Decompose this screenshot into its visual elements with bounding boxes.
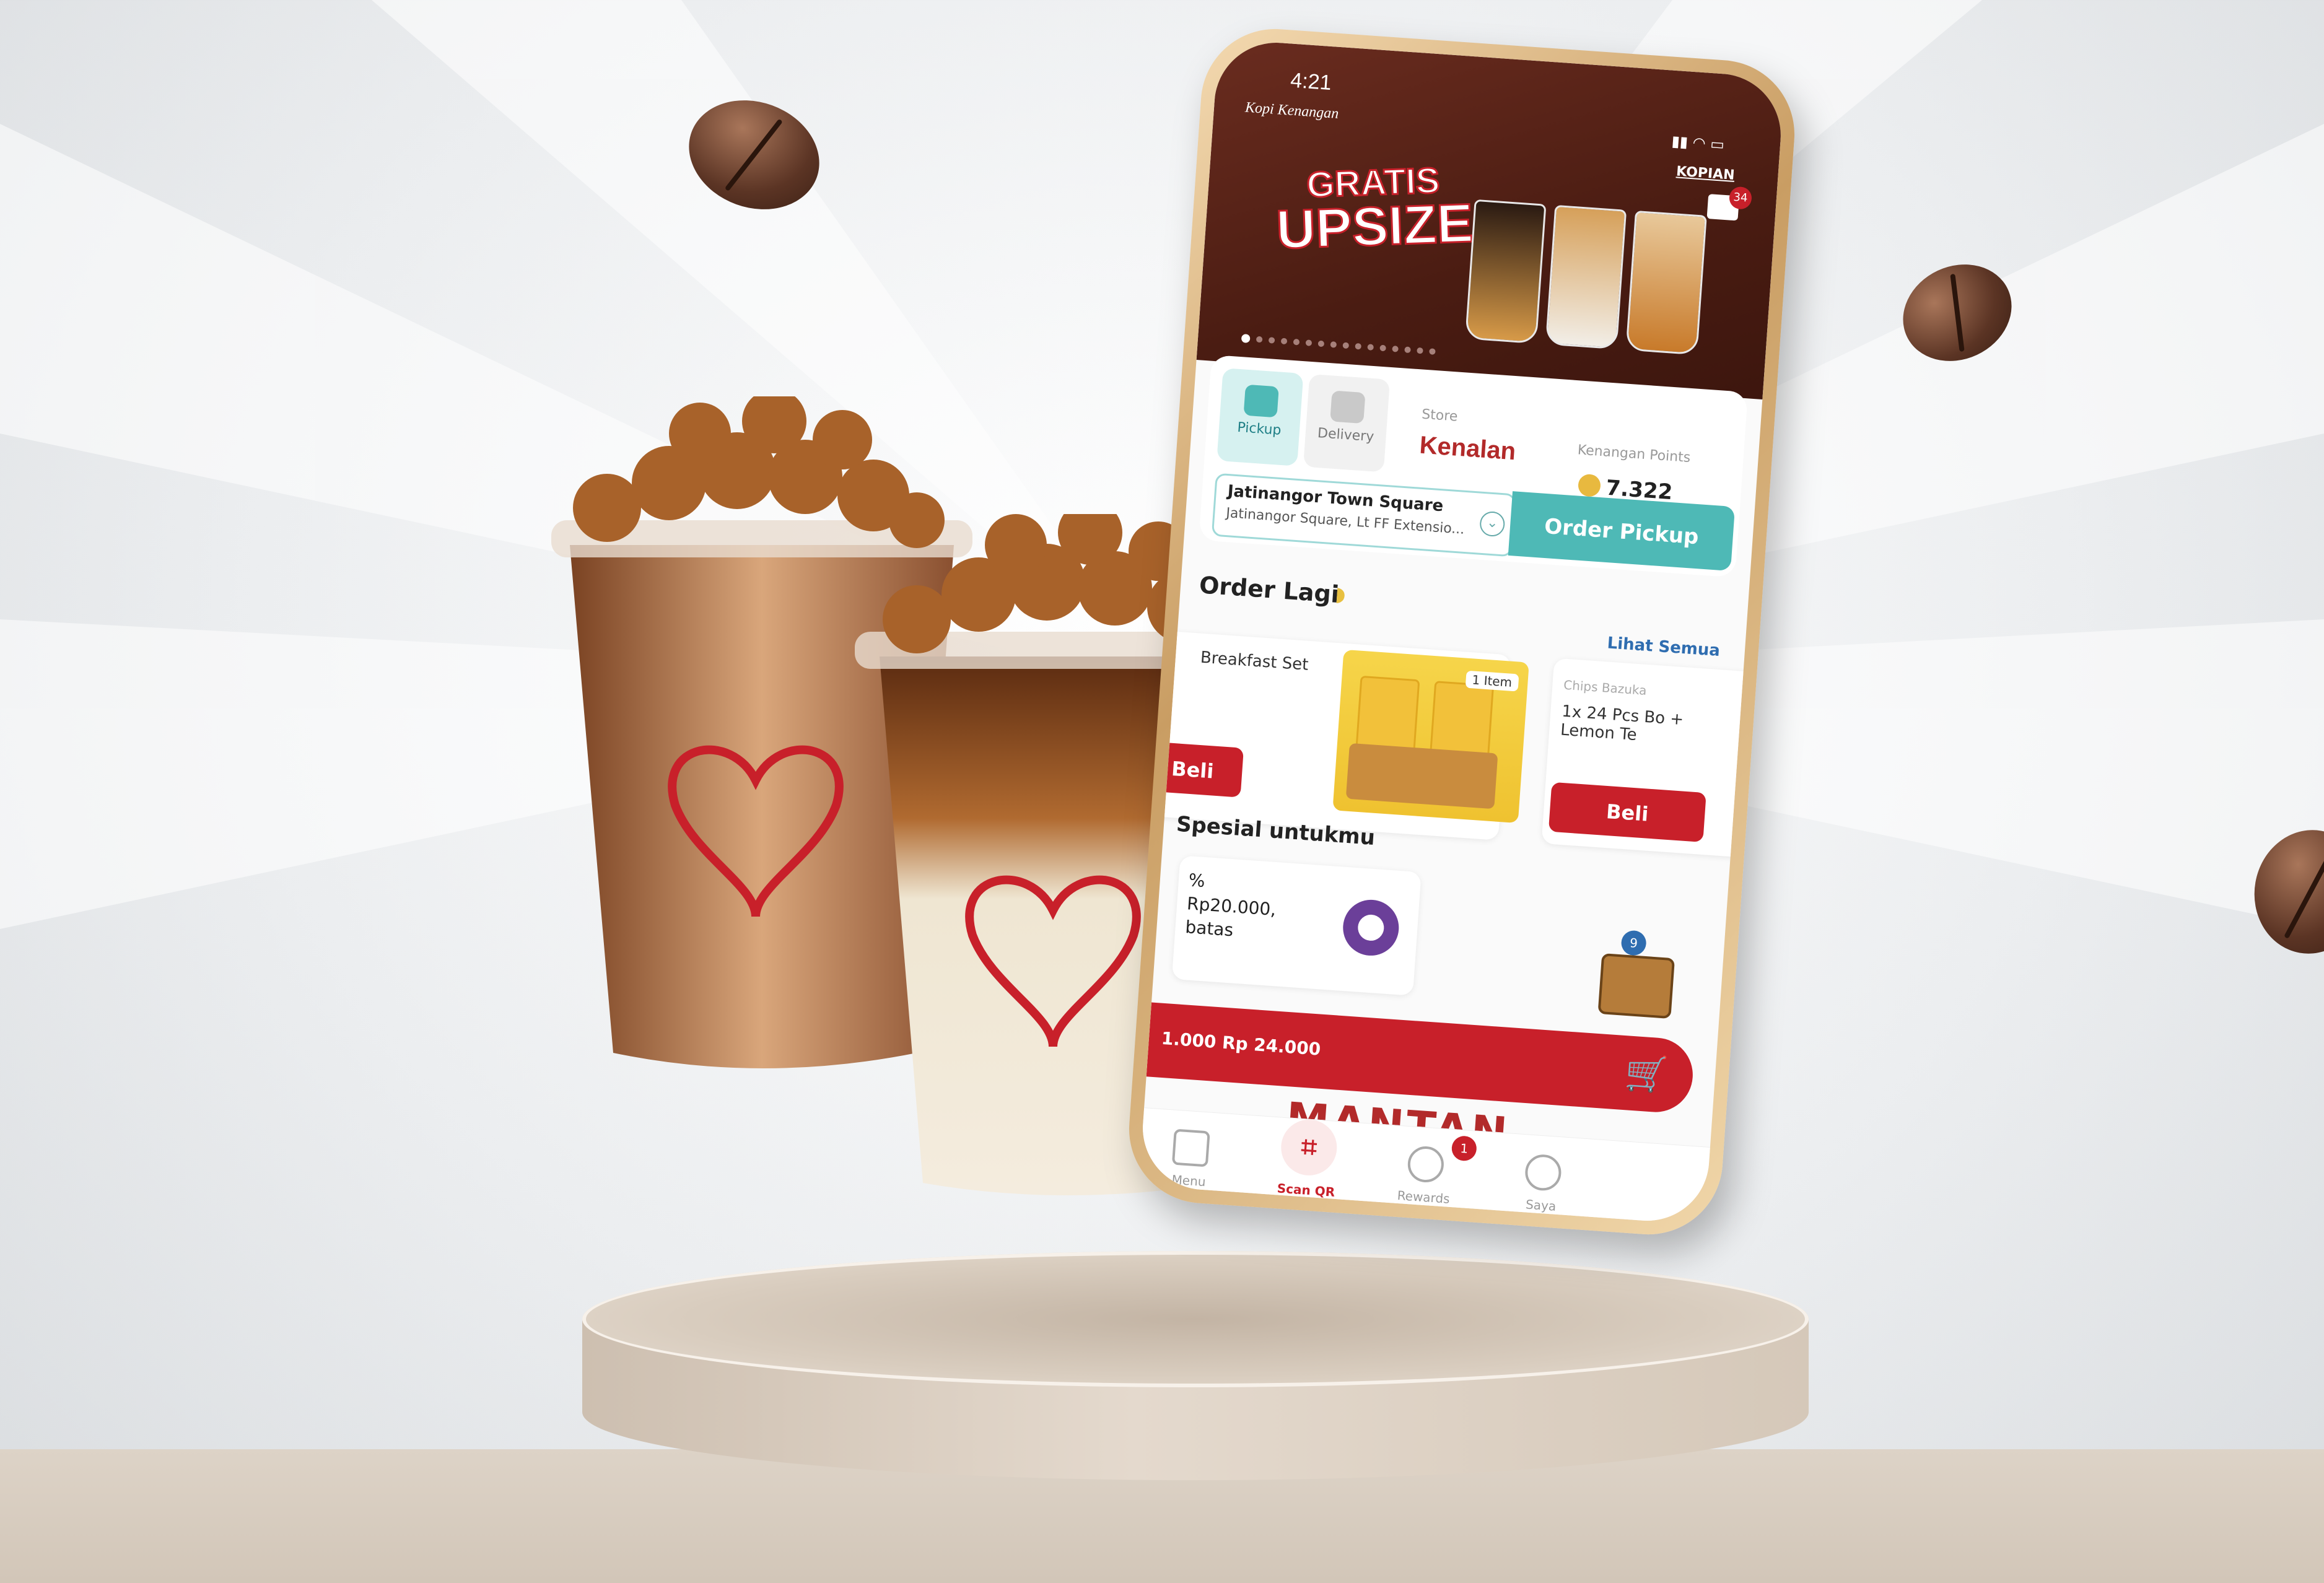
pagination-dot[interactable] (1317, 340, 1325, 347)
order-mode-card: Pickup Delivery Store Kenalan Kenangan P… (1199, 354, 1749, 578)
order-again-title: Order Lagi (1198, 571, 1340, 608)
chest-badge: 9 (1620, 930, 1647, 956)
voucher-card[interactable]: % Rp20.000, batas (1171, 855, 1422, 996)
pagination-dot[interactable] (1256, 336, 1263, 343)
banner-pagination[interactable] (1241, 334, 1436, 356)
nav-scan-qr[interactable]: ⌗ Scan QR (1256, 1117, 1359, 1201)
promo-headline: GRATIS UPSIZE (1274, 159, 1475, 261)
voucher-line1: % (1187, 870, 1206, 892)
cart-icon: 🛒 (1623, 1052, 1670, 1096)
chevron-down-icon: ⌄ (1479, 510, 1506, 538)
treasure-chest-icon[interactable] (1597, 953, 1675, 1019)
menu-icon (1171, 1128, 1210, 1167)
product-card[interactable]: Chips Bazuka 1x 24 Pcs Bo + Lemon Te Bel… (1541, 658, 1777, 859)
points-label: Kenangan Points (1577, 442, 1692, 466)
nav-profile[interactable]: Saya (1491, 1151, 1594, 1216)
buy-button[interactable]: Beli (1548, 782, 1706, 842)
order-pickup-button[interactable]: Order Pickup (1508, 491, 1736, 572)
product-category: Chips Bazuka (1563, 677, 1648, 699)
voucher-line3: batas (1184, 917, 1234, 941)
bag-icon (1243, 384, 1279, 418)
cart-price: 1.000 Rp 24.000 (1160, 1027, 1322, 1060)
partner-logo: KOPIAN (1675, 164, 1736, 183)
rewards-icon (1406, 1145, 1445, 1184)
coin-icon (1577, 473, 1602, 498)
store-name[interactable]: Kenalan (1418, 432, 1516, 466)
qr-scan-icon: ⌗ (1279, 1117, 1339, 1177)
pagination-dot[interactable] (1367, 344, 1374, 351)
product-title: 1x 24 Pcs Bo + Lemon Te (1560, 702, 1685, 745)
store-label: Store (1421, 406, 1459, 425)
voucher-line2: Rp20.000, (1186, 893, 1277, 920)
product-tray (1345, 743, 1498, 809)
tab-pickup[interactable]: Pickup (1217, 368, 1304, 466)
app-screen: 4:21 ▮▮ ◠ ▭ Kopi Kenangan KOPIAN 34 GRAT… (1138, 38, 1785, 1225)
tab-delivery-label: Delivery (1317, 425, 1375, 445)
podium (582, 1251, 1809, 1486)
pagination-dot[interactable] (1392, 346, 1399, 352)
phone: 4:21 ▮▮ ◠ ▭ Kopi Kenangan KOPIAN 34 GRAT… (1124, 24, 1800, 1240)
promo-banner[interactable]: 4:21 ▮▮ ◠ ▭ Kopi Kenangan KOPIAN 34 GRAT… (1196, 38, 1785, 399)
promo-cup (1545, 204, 1627, 350)
promo-cup (1464, 199, 1547, 344)
pagination-dot[interactable] (1429, 348, 1436, 355)
pagination-dot[interactable] (1305, 339, 1313, 346)
pagination-dot[interactable] (1404, 346, 1411, 354)
pagination-dot[interactable] (1330, 341, 1337, 348)
nav-profile-label: Saya (1525, 1197, 1557, 1214)
banana-icon: ◗ (1334, 582, 1347, 606)
pagination-dot[interactable] (1342, 342, 1350, 349)
nav-rewards-label: Rewards (1396, 1187, 1451, 1206)
tab-delivery[interactable]: Delivery (1303, 373, 1391, 473)
buy-button[interactable]: Beli (1141, 741, 1244, 798)
profile-icon (1524, 1153, 1563, 1192)
nav-scan-label: Scan QR (1277, 1180, 1335, 1200)
tab-pickup-label: Pickup (1236, 419, 1282, 438)
podium-top (582, 1251, 1809, 1387)
pagination-dot[interactable] (1355, 342, 1362, 350)
item-count-badge: 1 Item (1465, 670, 1519, 692)
pagination-dot[interactable] (1280, 338, 1288, 345)
chat-icon (1330, 390, 1366, 424)
address-selector[interactable]: Jatinangor Town Square Jatinangor Square… (1211, 473, 1516, 557)
pagination-dot[interactable] (1293, 338, 1300, 346)
voucher-text: % Rp20.000, batas (1184, 868, 1278, 945)
pagination-dot[interactable] (1241, 334, 1251, 343)
pagination-dot[interactable] (1268, 337, 1275, 344)
promo-cup (1625, 210, 1707, 355)
nav-menu[interactable]: Menu (1138, 1127, 1241, 1192)
product-title: Breakfast Set (1200, 648, 1309, 674)
pagination-dot[interactable] (1379, 344, 1386, 352)
voucher-logo-icon (1341, 897, 1401, 957)
status-icons: ▮▮ ◠ ▭ (1671, 132, 1725, 154)
cart-bar[interactable]: 1.000 Rp 24.000 🛒 (1146, 1002, 1695, 1115)
pagination-dot[interactable] (1417, 347, 1423, 354)
status-time: 4:21 (1290, 68, 1332, 95)
promo-headline-bottom: UPSIZE (1274, 191, 1475, 261)
see-all-link[interactable]: Lihat Semua (1607, 634, 1721, 660)
brand-logo: Kopi Kenangan (1244, 99, 1340, 123)
nav-menu-label: Menu (1171, 1172, 1207, 1190)
